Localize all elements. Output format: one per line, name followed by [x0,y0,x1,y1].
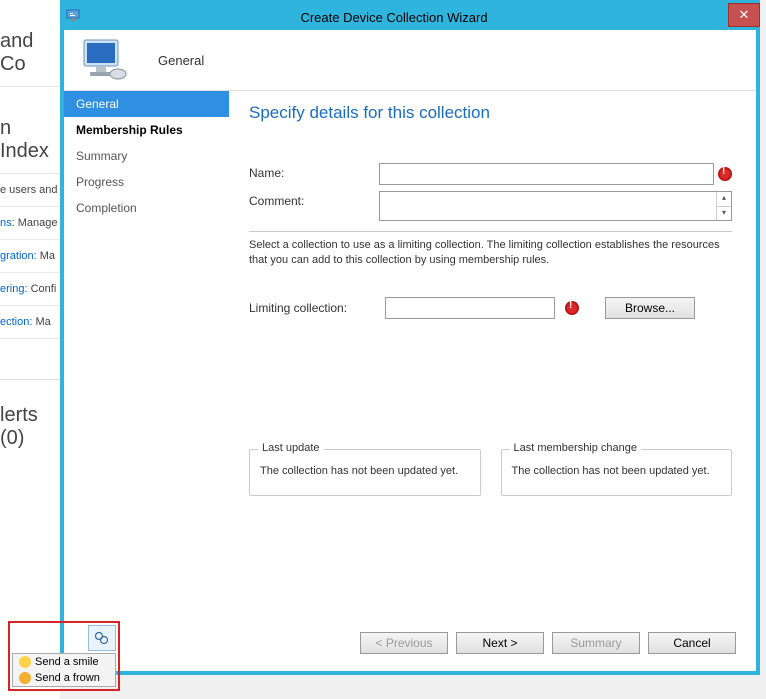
computer-icon [82,38,128,82]
limiting-collection-input[interactable] [385,297,555,319]
help-text: Select a collection to use as a limiting… [249,231,732,269]
send-frown-label: Send a frown [35,672,100,684]
bg-heading-1: and Co [0,0,60,87]
wizard-content: Specify details for this collection Name… [229,91,756,621]
send-frown-item[interactable]: Send a frown [13,670,115,686]
wizard-window: Create Device Collection Wizard ✕ Genera… [60,0,760,675]
window-title: Create Device Collection Wizard [86,10,728,25]
frown-icon [19,672,31,684]
cancel-button[interactable]: Cancel [648,632,736,654]
feedback-menu: Send a smile Send a frown [12,653,116,687]
nav-item-membership-rules[interactable]: Membership Rules [64,117,229,143]
title-bar: Create Device Collection Wizard ✕ [60,0,760,30]
name-label: Name: [249,163,379,180]
close-button[interactable]: ✕ [728,3,760,27]
content-heading: Specify details for this collection [249,103,732,123]
spin-down-icon[interactable]: ▾ [717,207,731,221]
last-membership-group: Last membership change The collection ha… [501,449,733,496]
summary-button[interactable]: Summary [552,632,640,654]
background-window: and Co n Index e users and ns: Manage gr… [0,0,60,699]
comment-input[interactable]: ▴ ▾ [379,191,732,221]
bg-row: gration: Ma [0,240,60,273]
last-membership-message: The collection has not been updated yet. [512,464,722,479]
app-icon [60,9,86,26]
last-update-message: The collection has not been updated yet. [260,464,470,479]
bg-row: e users and [0,174,60,207]
banner: General [64,30,756,91]
bg-row: ection: Ma [0,306,60,339]
bg-row: ns: Manage [0,207,60,240]
comment-label: Comment: [249,191,379,208]
limiting-collection-label: Limiting collection: [249,301,379,315]
bg-heading-2: n Index [0,87,60,174]
send-smile-label: Send a smile [35,656,99,668]
nav-item-summary[interactable]: Summary [64,143,229,169]
send-smile-item[interactable]: Send a smile [13,654,115,670]
bg-alerts-heading: lerts (0) [0,379,60,460]
name-input[interactable] [379,163,714,185]
nav-item-progress[interactable]: Progress [64,169,229,195]
last-update-legend: Last update [258,442,324,454]
wizard-footer: < Previous Next > Summary Cancel [64,621,756,665]
feedback-toggle-button[interactable] [88,625,116,651]
next-button[interactable]: Next > [456,632,544,654]
browse-button[interactable]: Browse... [605,297,695,319]
smile-icon [19,656,31,668]
last-update-group: Last update The collection has not been … [249,449,481,496]
previous-button[interactable]: < Previous [360,632,448,654]
wizard-nav: General Membership Rules Summary Progres… [64,91,229,621]
last-membership-legend: Last membership change [510,442,642,454]
nav-item-completion[interactable]: Completion [64,195,229,221]
bg-row: ering: Confi [0,273,60,306]
nav-item-general[interactable]: General [64,91,229,117]
feedback-highlight: Send a smile Send a frown [8,621,120,691]
spin-up-icon[interactable]: ▴ [717,192,731,207]
banner-step-title: General [158,53,204,68]
required-icon [718,167,732,181]
required-icon [565,301,579,315]
